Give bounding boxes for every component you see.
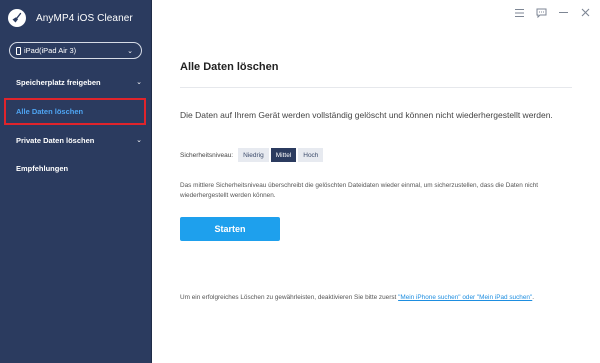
sidebar-item-speicherplatz-freigeben[interactable]: Speicherplatz freigeben ⌄ <box>0 74 152 90</box>
tablet-icon <box>16 46 21 55</box>
sidebar-item-empfehlungen[interactable]: Empfehlungen <box>0 160 152 176</box>
minimize-icon[interactable] <box>557 6 570 19</box>
sidebar: AnyMP4 iOS Cleaner iPad(iPad Air 3) ⌄ Sp… <box>0 0 152 363</box>
title-divider <box>180 87 572 88</box>
level-option-hoch[interactable]: Hoch <box>298 148 324 162</box>
sidebar-item-label: Alle Daten löschen <box>16 107 84 116</box>
footer-note-suffix: . <box>532 294 535 301</box>
sidebar-item-private-daten-loeschen[interactable]: Private Daten löschen ⌄ <box>0 132 152 148</box>
security-level-row: Sicherheitsniveau: Niedrig Mittel Hoch <box>180 148 325 162</box>
find-my-device-link[interactable]: "Mein iPhone suchen" oder "Mein iPad suc… <box>398 294 532 301</box>
app-brand: AnyMP4 iOS Cleaner <box>8 9 133 27</box>
page-title: Alle Daten löschen <box>180 61 279 73</box>
level-option-niedrig[interactable]: Niedrig <box>238 148 269 162</box>
security-level-description: Das mittlere Sicherheitsniveau überschre… <box>180 182 539 199</box>
page-description: Die Daten auf Ihrem Gerät werden vollstä… <box>180 110 553 120</box>
footer-note-text: Um ein erfolgreiches Löschen zu gewährle… <box>180 294 399 301</box>
security-level-label: Sicherheitsniveau: <box>180 151 234 159</box>
close-icon[interactable] <box>579 6 592 19</box>
chevron-down-icon: ⌄ <box>136 137 142 144</box>
broom-logo-icon <box>8 9 26 27</box>
feedback-icon[interactable] <box>535 6 548 19</box>
chevron-down-icon: ⌄ <box>136 79 142 86</box>
app-title: AnyMP4 iOS Cleaner <box>36 12 133 24</box>
chevron-down-icon: ⌄ <box>127 47 133 55</box>
window-controls <box>513 6 592 19</box>
level-option-mittel[interactable]: Mittel <box>270 148 297 162</box>
sidebar-item-alle-daten-loeschen[interactable]: Alle Daten löschen <box>4 98 146 125</box>
menu-icon[interactable] <box>513 6 526 19</box>
device-select[interactable]: iPad(iPad Air 3) ⌄ <box>9 42 142 59</box>
footer-note: Um ein erfolgreiches Löschen zu gewährle… <box>180 293 580 303</box>
device-select-value: iPad(iPad Air 3) <box>24 46 77 55</box>
sidebar-item-label: Empfehlungen <box>16 163 69 173</box>
sidebar-item-label: Speicherplatz freigeben <box>16 77 101 87</box>
sidebar-item-label: Private Daten löschen <box>16 135 95 145</box>
start-button[interactable]: Starten <box>180 217 280 241</box>
